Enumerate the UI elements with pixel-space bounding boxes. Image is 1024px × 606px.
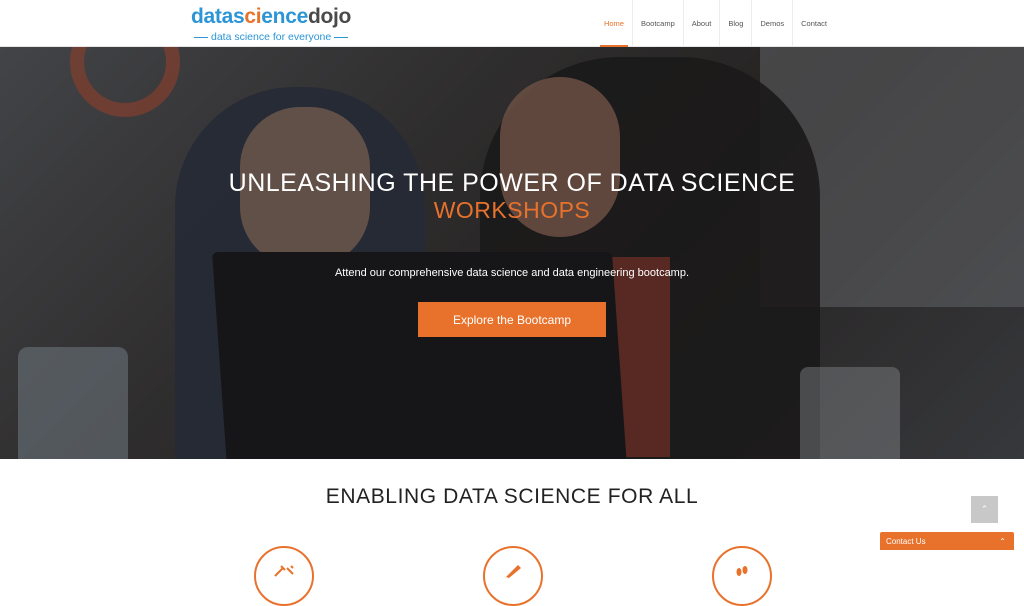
section-title: ENABLING DATA SCIENCE FOR ALL xyxy=(325,485,699,508)
hero-banner: UNLEASHING THE POWER OF DATA SCIENCE WOR… xyxy=(0,47,1024,459)
chevron-up-icon: ⌃ xyxy=(999,536,1006,546)
nav-item-bootcamp[interactable]: Bootcamp xyxy=(631,0,683,47)
tools-icon xyxy=(254,546,314,606)
logo-tagline: data science for everyone xyxy=(191,31,349,43)
nav-item-about[interactable]: About xyxy=(682,0,720,47)
site-logo[interactable]: datasciencedojo data science for everyon… xyxy=(191,4,351,44)
hero-title: UNLEASHING THE POWER OF DATA SCIENCE xyxy=(228,169,796,197)
nav-item-home[interactable]: Home xyxy=(596,0,632,47)
pencil-icon xyxy=(483,546,543,606)
chevron-up-icon: ⌃ xyxy=(980,504,989,514)
contact-us-widget[interactable]: Contact Us ⌃ xyxy=(880,532,1014,550)
main-nav: Home Bootcamp About Blog Demos Contact xyxy=(596,0,835,47)
explore-bootcamp-button[interactable]: Explore the Bootcamp xyxy=(418,302,606,337)
scroll-to-top-button[interactable]: ⌃ xyxy=(971,496,998,523)
nav-item-demos[interactable]: Demos xyxy=(751,0,792,47)
site-header: datasciencedojo data science for everyon… xyxy=(0,0,1024,47)
hero-description: Attend our comprehensive data science an… xyxy=(334,267,690,279)
logo-wordmark: datasciencedojo xyxy=(191,5,352,28)
nav-item-contact[interactable]: Contact xyxy=(792,0,835,47)
contact-us-label: Contact Us xyxy=(886,536,926,546)
hero-subtitle: WORKSHOPS xyxy=(433,197,591,223)
nav-item-blog[interactable]: Blog xyxy=(719,0,751,47)
footsteps-icon xyxy=(712,546,772,606)
